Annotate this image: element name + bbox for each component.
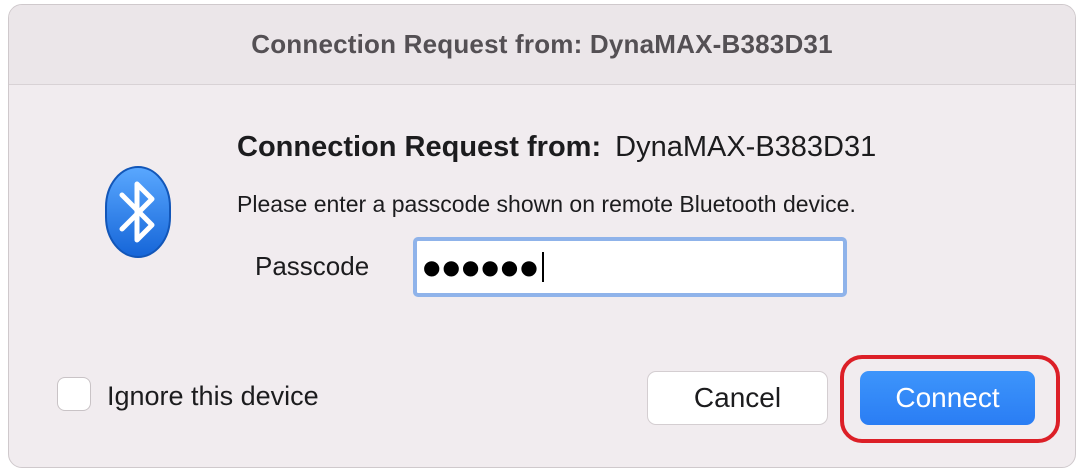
bluetooth-icon	[105, 166, 171, 258]
ignore-device-label[interactable]: Ignore this device	[107, 381, 319, 412]
heading-label: Connection Request from:	[237, 131, 602, 163]
passcode-input[interactable]: ●●●●●●	[413, 237, 847, 297]
window-titlebar[interactable]: Connection Request from: DynaMAX-B383D31	[9, 5, 1075, 85]
instruction-text: Please enter a passcode shown on remote …	[237, 191, 856, 217]
heading-device-name: DynaMAX-B383D31	[615, 131, 877, 163]
passcode-label: Passcode	[255, 251, 370, 281]
passcode-value: ●●●●●●	[423, 255, 540, 279]
dialog-heading: Connection Request from: DynaMAX-B383D31	[237, 131, 876, 164]
window-title: Connection Request from: DynaMAX-B383D31	[251, 29, 833, 59]
connect-button[interactable]: Connect	[860, 371, 1035, 425]
cancel-button[interactable]: Cancel	[647, 371, 828, 425]
ignore-device-checkbox[interactable]	[57, 377, 91, 411]
text-caret	[541, 252, 544, 282]
connection-request-window: Connection Request from: DynaMAX-B383D31…	[8, 4, 1076, 468]
